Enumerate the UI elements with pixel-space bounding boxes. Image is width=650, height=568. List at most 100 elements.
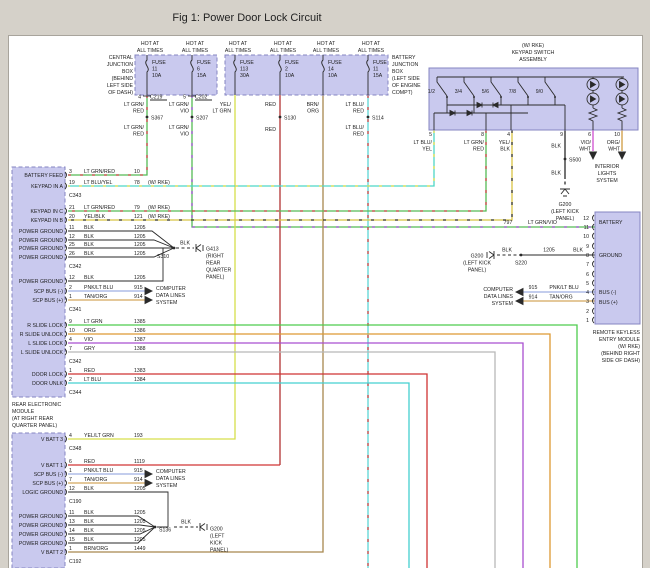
label-cjb-conn1-pin: 4: [138, 95, 141, 101]
label-rem-computer-0: COMPUTER: [156, 286, 186, 292]
label-ddm-rows-6-pin: 13: [69, 519, 75, 525]
label-ddm-rows-3-wire: TAN/ORG: [84, 477, 107, 483]
label-hot-l2: ALL TIMES: [137, 48, 164, 54]
label-keypad-pins-4-num: 6: [588, 132, 591, 138]
label-rke-batt-circuit: 797: [504, 220, 513, 226]
label-drops-f6-c: LT GRN/: [169, 125, 190, 131]
label-ddm-rows-2-label: SCP BUS (-): [34, 472, 64, 478]
label-keypad-switches-2: 5/6: [482, 89, 489, 95]
label-ddm-rows-1-circuit: 1119: [134, 459, 145, 465]
label-rem-rows-12-circuit: 1386: [134, 328, 146, 334]
label-rke-bus1-circuit: 915: [529, 285, 538, 291]
label-hot-l1: HOT AT: [274, 41, 293, 47]
label-ddm-rows-0-circuit: 193: [134, 433, 143, 439]
label-rem-rows-16-label: DOOR UNLK: [32, 381, 63, 387]
label-ddm-rows-7-pin: 14: [69, 528, 75, 534]
label-bjb-fuse4-num: 11: [373, 67, 378, 73]
label-rem-name-1: MODULE: [12, 409, 35, 415]
label-ddm-rows-8-wire: BLK: [84, 537, 94, 543]
label-bjb-fuse2-amp: 10A: [285, 73, 295, 79]
label-rem-rows-6-wire: BLK: [84, 242, 94, 248]
label-keypad-pins-3-num: 9: [560, 132, 563, 138]
label-rem-computer-2: SYSTEM: [156, 300, 177, 306]
label-rem-rows-6-circuit: 1205: [134, 242, 146, 248]
label-rem-rows-9-pin: 2: [69, 285, 72, 291]
label-rke-gnd-blk2: BLK: [573, 248, 583, 254]
label-rem-c341: C341: [69, 307, 82, 313]
label-rem-rows-2-label: KEYPAD IN C: [31, 209, 64, 215]
label-ddm-s136-g-0: G200: [210, 527, 223, 533]
label-drops-f11-s: S367: [151, 116, 163, 122]
label-drops-f11b-d: RED: [353, 132, 364, 138]
label-rem-rows-14-label: L SLIDE UNLOCK: [21, 350, 64, 356]
label-drops-f113-a: YEL/: [220, 102, 232, 108]
label-rke-computer-1: DATA LINES: [484, 294, 514, 300]
label-rem-rows-10-pin: 1: [69, 294, 72, 300]
label-rke-pins-11: 1: [586, 318, 589, 324]
label-rem-rows-12-wire: ORG: [84, 328, 96, 334]
wiring-diagram: Fig 1: Power Door Lock Circuit: [0, 0, 650, 568]
label-rke-pins-10: 2: [586, 309, 589, 315]
label-rem-s310-g-3: QUARTER: [206, 268, 232, 274]
label-rke-pins-1: 11: [584, 225, 589, 231]
label-hot-l2: ALL TIMES: [358, 48, 385, 54]
label-bjb-fuse3-amp: 10A: [328, 73, 338, 79]
label-keypad-ground-g-1: (LEFT KICK: [551, 209, 579, 215]
label-rem-rows-13-wire: VIO: [84, 337, 93, 343]
label-rke-bus2-color: TAN/ORG: [549, 295, 572, 301]
label-rke-pins-9: 3: [586, 299, 589, 305]
label-rke-ports-busm: BUS (-): [599, 290, 617, 296]
label-ddm-rows-9-circuit: 1449: [134, 546, 146, 552]
label-keypad-pins-1-a: LT GRN/: [464, 140, 485, 146]
label-rem-s310-g-1: (RIGHT: [206, 254, 225, 260]
label-bjb-fuse1-n: FUSE: [240, 60, 254, 66]
label-rem-c342b: C342: [69, 359, 82, 365]
label-hot-l1: HOT AT: [317, 41, 336, 47]
label-rem-rows-15-pin: 1: [69, 368, 72, 374]
label-bjb-fuse2-n: FUSE: [285, 60, 299, 66]
label-cjb-fuse2-num: 6: [197, 67, 200, 73]
label-rem-rows-5-circuit: 1205: [134, 234, 146, 240]
label-rem-rows-0-circuit: 10: [134, 169, 140, 175]
label-cjb-label-3: (BEHIND: [112, 76, 134, 82]
label-ddm-rows-4-pin: 12: [69, 486, 75, 492]
label-rem-rows-11-pin: 9: [69, 319, 72, 325]
label-cjb-conn2-pin: 5: [183, 95, 186, 101]
label-cjb-fuse2-amp: 15A: [197, 73, 207, 79]
label-rke-name-4: SIDE OF DASH): [602, 358, 641, 364]
label-rem-rows-6-label: POWER GROUND: [19, 246, 63, 252]
label-drops-f11-c: LT GRN/: [124, 125, 145, 131]
label-rem-rows-10-wire: TAN/ORG: [84, 294, 107, 300]
label-rke-name-3: (BEHIND RIGHT: [601, 351, 641, 357]
label-ddm-rows-1-label: V BATT 1: [41, 463, 63, 469]
label-rke-gnd-g-2: PANEL): [468, 268, 487, 274]
label-rem-rows-8-pin: 12: [69, 275, 75, 281]
label-ddm-rows-5-pin: 11: [69, 510, 74, 516]
label-keypad-pins-1-num: 8: [481, 132, 484, 138]
label-drops-f2-a: RED: [265, 102, 276, 108]
label-rem-rows-0-label: BATTERY FEED: [24, 173, 63, 179]
label-keypad-pins-1-b: RED: [473, 147, 484, 153]
label-ddm-rows-9-pin: 1: [69, 546, 72, 552]
label-rem-c342a: C342: [69, 264, 82, 270]
label-rem-rows-8-wire: BLK: [84, 275, 94, 281]
label-drops-f14-b: ORG: [307, 109, 319, 115]
label-rem-s310-g-4: PANEL): [206, 275, 225, 281]
label-ddm-rows-3-label: SCP BUS (+): [32, 481, 63, 487]
label-rem-rows-3-wire: YEL/BLK: [84, 214, 106, 220]
label-keypad-switches-4: 9/0: [536, 89, 543, 95]
label-drops-f6-a: LT GRN/: [169, 102, 190, 108]
label-bjb-label-4: OF ENGINE: [392, 83, 421, 89]
label-hot-l1: HOT AT: [141, 41, 160, 47]
label-rke-gnd-blk1: BLK: [502, 248, 512, 254]
label-rke-gnd-circuit: 1205: [543, 248, 555, 254]
label-keypad-pins-4-a: VIO/: [581, 140, 592, 146]
label-rem-computer-1: DATA LINES: [156, 293, 186, 299]
label-ddm-c190: C190: [69, 499, 82, 505]
label-drops-f11b-b: RED: [353, 109, 364, 115]
label-bjb-fuse3-num: 14: [328, 67, 334, 73]
label-rem-rows-2-pin: 21: [69, 205, 75, 211]
label-rke-ports-battery: BATTERY: [599, 220, 623, 226]
label-rke-name-2: (W/ RKE): [618, 344, 640, 350]
label-drops-f6-b: VIO: [180, 109, 189, 115]
